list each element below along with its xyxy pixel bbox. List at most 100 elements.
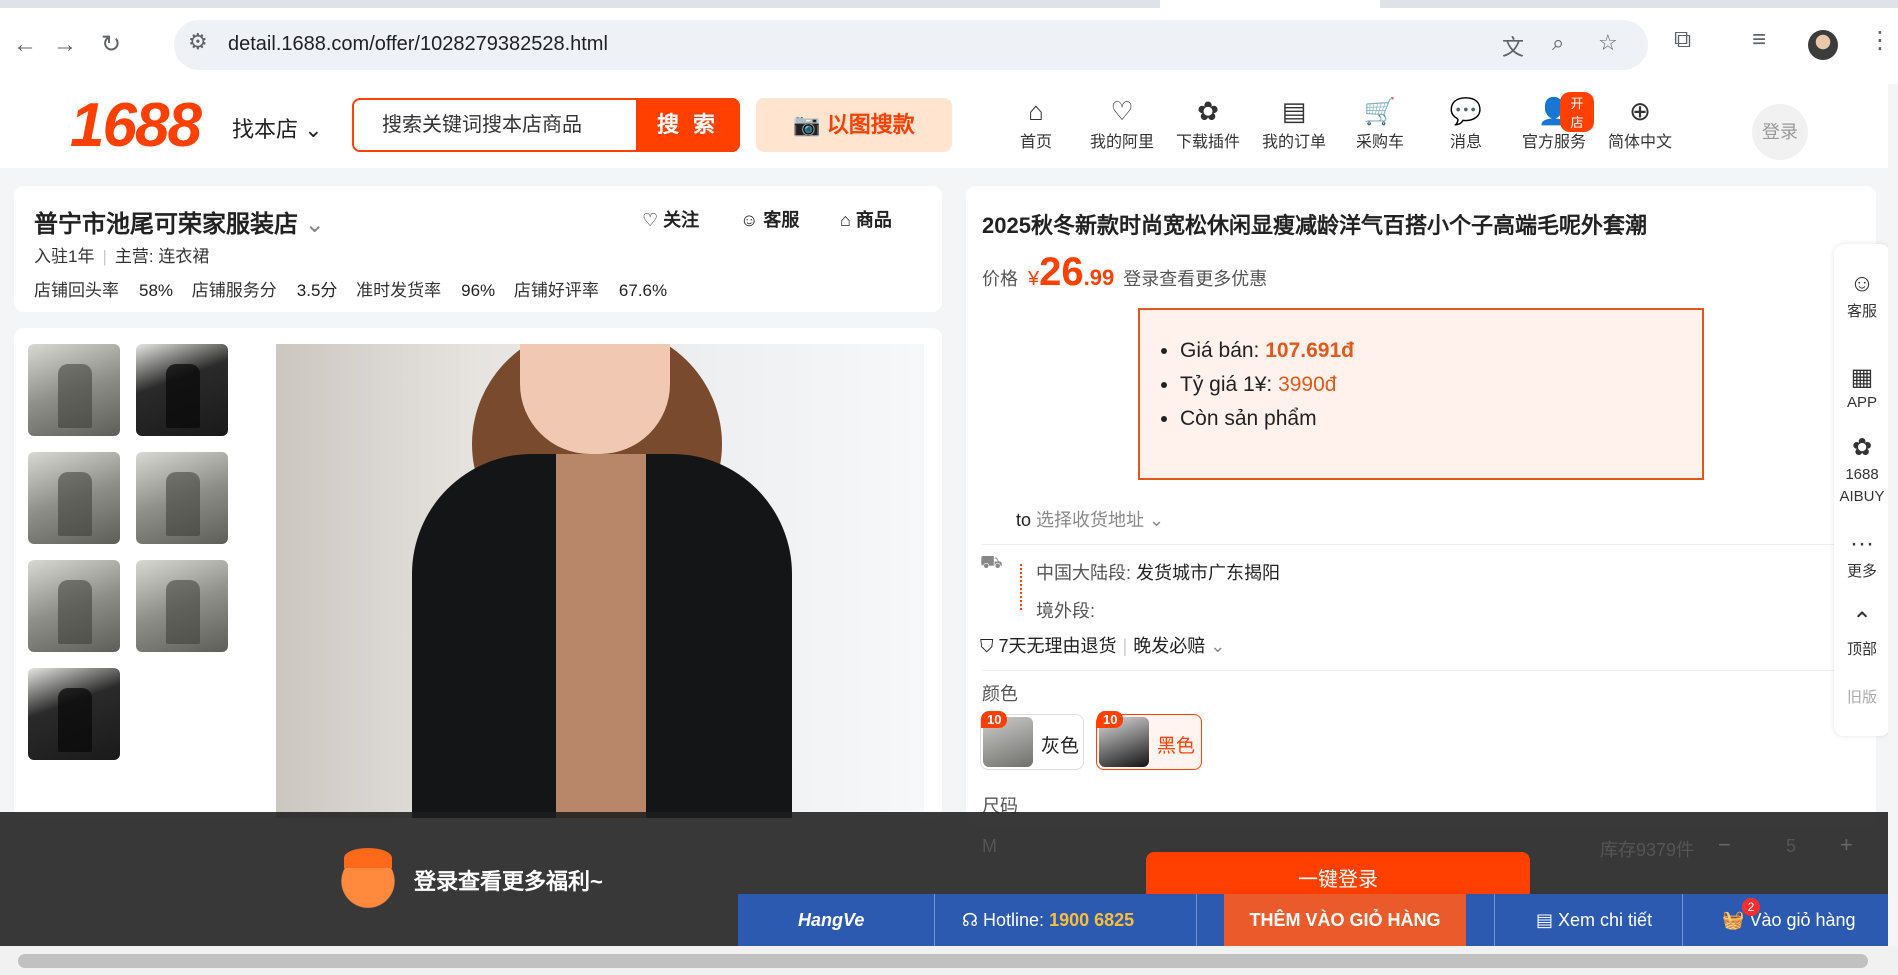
truck-icon: ⛟ bbox=[980, 552, 1003, 572]
float-old-version[interactable]: 旧版 bbox=[1834, 686, 1890, 707]
login-button[interactable]: 登录 bbox=[1752, 104, 1808, 160]
nav-download-plugin[interactable]: ✿ 下载插件 bbox=[1168, 94, 1248, 152]
color-option-gray[interactable]: 10 灰色 bbox=[980, 711, 1084, 770]
gallery-thumb[interactable] bbox=[136, 560, 228, 652]
add-to-cart-button[interactable]: THÊM VÀO GIỎ HÀNG bbox=[1224, 894, 1466, 946]
zoom-icon[interactable]: ⌕ bbox=[1552, 30, 1564, 56]
hangve-logo[interactable]: HangVe bbox=[798, 894, 864, 946]
float-top[interactable]: ⌃ 顶部 bbox=[1834, 606, 1890, 659]
qr-icon: ▦ bbox=[1850, 364, 1874, 391]
products-button[interactable]: ⌂ 商品 bbox=[840, 206, 892, 232]
go-to-cart-button[interactable]: 🧺 2 Vào giỏ hàng bbox=[1722, 894, 1882, 946]
currency-symbol: ¥ bbox=[1028, 268, 1040, 290]
reload-icon[interactable]: ↻ bbox=[94, 28, 128, 62]
stat-label: 准时发货率 bbox=[356, 281, 442, 300]
search-input[interactable] bbox=[354, 100, 634, 150]
hotline[interactable]: ☊ Hotline: 1900 6825 bbox=[962, 894, 1134, 946]
ship-to-selector[interactable]: to 选择收货地址 ⌄ bbox=[1016, 506, 1164, 532]
qty-plus-button[interactable]: + bbox=[1840, 832, 1853, 858]
nav-language[interactable]: ⊕ 简体中文 bbox=[1600, 94, 1680, 152]
sale-label: Giá bán: bbox=[1180, 339, 1266, 362]
nav-messages[interactable]: 💬 消息 bbox=[1426, 94, 1506, 152]
float-more[interactable]: ··· 更多 bbox=[1834, 528, 1890, 581]
price-more-link[interactable]: 登录查看更多优惠 bbox=[1123, 269, 1267, 289]
globe-icon: ⊕ bbox=[1629, 96, 1651, 126]
mainland-label: 中国大陆段: bbox=[1036, 563, 1132, 583]
color-name: 黑色 bbox=[1157, 736, 1196, 757]
aibuy-icon: ✿ bbox=[1851, 434, 1873, 461]
photo-sweater bbox=[556, 454, 646, 818]
active-tab[interactable] bbox=[1160, 0, 1380, 8]
search-button[interactable]: 搜 索 bbox=[636, 98, 740, 152]
qty-value[interactable]: 5 bbox=[1786, 836, 1796, 857]
service-label: 客服 bbox=[763, 210, 800, 230]
camera-icon: 📷 bbox=[793, 112, 821, 137]
price-decimal: .99 bbox=[1083, 265, 1115, 290]
view-detail-button[interactable]: ▤ Xem chi tiết bbox=[1536, 894, 1652, 946]
site-header: 1688 找本店 ⌄ 搜 索 📷 以图搜款 ⌂ 首页 ♡ 我的阿里 ✿ 下载插件 ▤ 我… bbox=[0, 84, 1898, 168]
nav-official-service[interactable]: 👤 开店 官方服务 bbox=[1514, 92, 1594, 152]
products-label: 商品 bbox=[855, 210, 892, 230]
price-label: 价格 bbox=[982, 269, 1018, 289]
ship-to-label: to bbox=[1016, 510, 1032, 530]
store-name[interactable]: 普宁市池尾可荣家服装店 ⌄ bbox=[34, 204, 325, 239]
chat-icon: ☺ bbox=[740, 210, 759, 230]
nav-label: 简体中文 bbox=[1607, 134, 1672, 151]
main-product-image[interactable] bbox=[276, 344, 924, 818]
find-store-dropdown[interactable]: 找本店 ⌄ bbox=[232, 112, 323, 144]
follow-button[interactable]: ♡ 关注 bbox=[642, 206, 699, 232]
site-logo[interactable]: 1688 bbox=[70, 90, 202, 161]
cart-count-badge: 2 bbox=[1742, 898, 1760, 916]
clipboard-icon: ▤ bbox=[1536, 910, 1554, 930]
back-icon[interactable]: ← bbox=[8, 28, 42, 62]
translate-icon[interactable]: 文 bbox=[1502, 30, 1524, 62]
float-aibuy[interactable]: ✿ 1688 AIBUY bbox=[1834, 432, 1890, 508]
float-app[interactable]: ▦ APP bbox=[1834, 362, 1890, 411]
rate-item: Tỷ giá 1¥: 3990đ bbox=[1180, 368, 1354, 402]
gallery-thumb[interactable] bbox=[28, 560, 120, 652]
extensions-icon[interactable]: ⧉ bbox=[1674, 26, 1691, 54]
gallery-thumb[interactable] bbox=[28, 668, 120, 760]
site-info-icon[interactable]: ⚙ bbox=[188, 29, 208, 55]
store-main-value: 连衣裙 bbox=[158, 247, 210, 266]
qty-minus-button[interactable]: − bbox=[1718, 832, 1731, 858]
bookmark-star-icon[interactable]: ☆ bbox=[1598, 30, 1618, 56]
horizontal-scrollbar[interactable] bbox=[0, 946, 1898, 975]
vertical-scrollbar[interactable] bbox=[1888, 84, 1898, 946]
rate-label: Tỷ giá 1¥: bbox=[1180, 373, 1279, 396]
forward-icon[interactable]: → bbox=[48, 28, 82, 62]
customer-service-button[interactable]: ☺ 客服 bbox=[740, 206, 799, 232]
more-icon: ··· bbox=[1850, 530, 1874, 557]
nav-my-ali[interactable]: ♡ 我的阿里 bbox=[1082, 94, 1162, 152]
profile-avatar[interactable] bbox=[1808, 30, 1838, 60]
size-stock: 库存9379件 bbox=[1600, 840, 1695, 860]
store-main-label: 主营: bbox=[114, 247, 154, 266]
nav-label: 我的订单 bbox=[1261, 134, 1326, 151]
nav-my-orders[interactable]: ▤ 我的订单 bbox=[1254, 94, 1334, 152]
media-icon[interactable]: ≡ bbox=[1752, 26, 1766, 54]
store-icon: ⌂ bbox=[840, 210, 851, 230]
follow-label: 关注 bbox=[663, 210, 700, 230]
price-integer: 26 bbox=[1039, 250, 1084, 294]
rate-value: 3990đ bbox=[1278, 373, 1337, 396]
url-text[interactable]: detail.1688.com/offer/1028279382528.html bbox=[228, 33, 608, 56]
color-name: 灰色 bbox=[1041, 736, 1080, 757]
gallery-thumb[interactable] bbox=[136, 344, 228, 436]
guarantee-row[interactable]: ⛉ 7天无理由退货 | 晚发必赔 ⌄ bbox=[980, 632, 1225, 658]
float-service[interactable]: ☺ 客服 bbox=[1834, 268, 1890, 321]
color-option-black[interactable]: 10 黑色 bbox=[1096, 711, 1202, 770]
puzzle-icon: ✿ bbox=[1197, 96, 1219, 126]
menu-dots-icon[interactable]: ⋮ bbox=[1868, 26, 1892, 55]
nav-cart[interactable]: 🛒 采购车 bbox=[1340, 94, 1420, 152]
divider bbox=[982, 670, 1858, 671]
gallery-thumb[interactable] bbox=[28, 452, 120, 544]
heart-icon: ♡ bbox=[642, 210, 659, 230]
gallery-thumb[interactable] bbox=[28, 344, 120, 436]
scrollbar-thumb[interactable] bbox=[18, 954, 1868, 968]
address-bar[interactable]: ⚙ detail.1688.com/offer/1028279382528.ht… bbox=[174, 20, 1648, 70]
image-search-button[interactable]: 📷 以图搜款 bbox=[756, 98, 952, 152]
nav-home[interactable]: ⌂ 首页 bbox=[996, 94, 1076, 152]
gallery-thumb[interactable] bbox=[136, 452, 228, 544]
mascot-icon bbox=[336, 846, 400, 910]
overseas-segment: 境外段: bbox=[1036, 601, 1096, 621]
